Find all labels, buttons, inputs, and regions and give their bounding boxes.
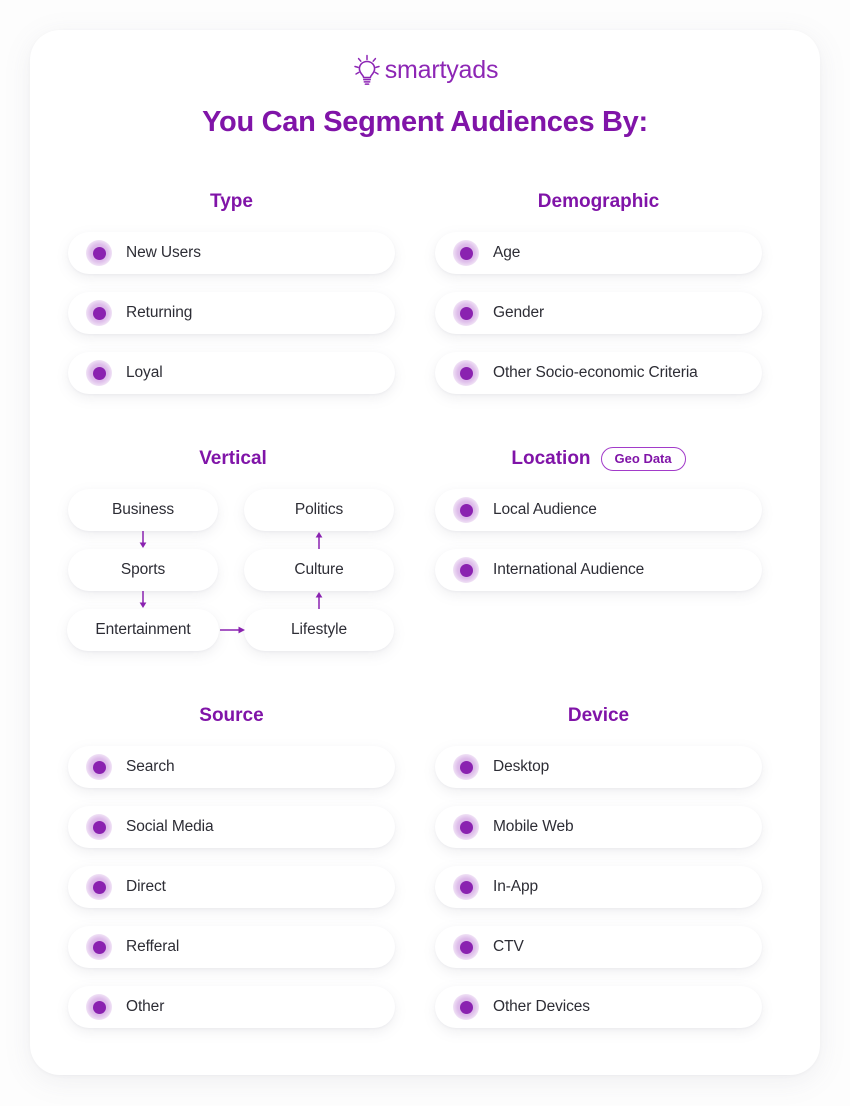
list-item[interactable]: Gender — [435, 292, 762, 334]
flow-arrow-entertainment-to-lifestyle — [220, 626, 245, 634]
bullet-icon — [86, 360, 112, 386]
list-item[interactable]: Local Audience — [435, 489, 762, 531]
section-demographic-heading: Demographic — [537, 191, 660, 212]
section-demographic-list: Age Gender Other Socio-economic Criteria — [435, 232, 762, 394]
list-item[interactable]: New Users — [68, 232, 395, 274]
list-item[interactable]: Age — [435, 232, 762, 274]
bullet-icon — [453, 240, 479, 266]
section-location-heading: Location — [511, 448, 591, 469]
brand-name: smartyads — [384, 55, 499, 84]
flow-arrow-lifestyle-to-culture — [315, 592, 323, 609]
list-item[interactable]: Mobile Web — [435, 806, 762, 848]
section-source: Source Search Social Media Direct Reffer… — [68, 704, 395, 1028]
lightbulb-icon — [353, 54, 380, 85]
bullet-icon — [453, 300, 479, 326]
list-item-label: International Audience — [493, 561, 645, 578]
section-device-heading: Device — [567, 705, 630, 726]
list-item-label: Desktop — [493, 758, 550, 775]
vertical-flow-chart: Business Politics Sports Culture Enterta… — [67, 489, 398, 674]
bullet-icon — [86, 874, 112, 900]
list-item-label: Direct — [126, 878, 166, 895]
list-item-label: Gender — [493, 304, 545, 321]
bullet-icon — [453, 557, 479, 583]
section-device-list: Desktop Mobile Web In-App CTV Other Devi… — [435, 746, 762, 1028]
list-item-label: Local Audience — [493, 501, 597, 518]
list-item[interactable]: Loyal — [68, 352, 395, 394]
list-item-label: New Users — [126, 244, 201, 261]
bullet-icon — [86, 240, 112, 266]
bullet-icon — [86, 814, 112, 840]
flow-arrow-business-to-sports — [139, 531, 147, 548]
bullet-icon — [453, 360, 479, 386]
bullet-icon — [453, 874, 479, 900]
list-item[interactable]: CTV — [435, 926, 762, 968]
list-item-label: CTV — [493, 938, 524, 955]
section-source-list: Search Social Media Direct Refferal Othe… — [68, 746, 395, 1028]
section-vertical-heading: Vertical — [199, 448, 267, 469]
list-item-label: Search — [126, 758, 175, 775]
bullet-icon — [453, 934, 479, 960]
section-type-list: New Users Returning Loyal — [68, 232, 395, 394]
bullet-icon — [86, 300, 112, 326]
list-item[interactable]: International Audience — [435, 549, 762, 591]
bullet-icon — [86, 934, 112, 960]
status-badge-geo-data[interactable]: Geo Data — [600, 447, 686, 471]
list-item-label: Age — [493, 244, 521, 261]
list-item[interactable]: Other Socio-economic Criteria — [435, 352, 762, 394]
section-device: Device Desktop Mobile Web In-App CTV Oth… — [435, 704, 762, 1028]
flow-node-entertainment[interactable]: Entertainment — [67, 609, 219, 651]
section-demographic: Demographic Age Gender Other Socio-econo… — [435, 190, 762, 394]
flow-node-politics[interactable]: Politics — [244, 489, 394, 531]
list-item-label: Refferal — [126, 938, 180, 955]
bullet-icon — [453, 497, 479, 523]
list-item[interactable]: Other Devices — [435, 986, 762, 1028]
list-item-label: Loyal — [126, 364, 163, 381]
list-item[interactable]: Search — [68, 746, 395, 788]
list-item-label: In-App — [493, 878, 539, 895]
section-source-heading: Source — [199, 705, 264, 726]
flow-arrow-sports-to-entertainment — [139, 591, 147, 608]
list-item[interactable]: Refferal — [68, 926, 395, 968]
brand-logo: smartyads — [30, 54, 820, 86]
flow-node-sports[interactable]: Sports — [68, 549, 218, 591]
flow-node-culture[interactable]: Culture — [244, 549, 394, 591]
bullet-icon — [453, 994, 479, 1020]
list-item-label: Social Media — [126, 818, 214, 835]
bullet-icon — [453, 814, 479, 840]
list-item[interactable]: In-App — [435, 866, 762, 908]
bullet-icon — [86, 754, 112, 780]
section-location: Location Geo Data Local Audience Interna… — [435, 447, 762, 591]
list-item-label: Other — [126, 998, 165, 1015]
list-item[interactable]: Returning — [68, 292, 395, 334]
list-item[interactable]: Desktop — [435, 746, 762, 788]
section-vertical: Vertical Business Politics Sports Cultur… — [67, 447, 398, 674]
list-item[interactable]: Social Media — [68, 806, 395, 848]
flow-node-business[interactable]: Business — [68, 489, 218, 531]
list-item-label: Other Socio-economic Criteria — [493, 364, 698, 381]
section-location-heading-row: Location Geo Data — [435, 447, 762, 471]
flow-arrow-culture-to-politics — [315, 532, 323, 549]
list-item-label: Other Devices — [493, 998, 590, 1015]
list-item-label: Returning — [126, 304, 193, 321]
list-item-label: Mobile Web — [493, 818, 574, 835]
list-item[interactable]: Direct — [68, 866, 395, 908]
infographic-card: smartyads You Can Segment Audiences By: … — [30, 30, 820, 1075]
page-title: You Can Segment Audiences By: — [202, 106, 648, 138]
section-type-heading: Type — [210, 191, 253, 212]
bullet-icon — [86, 994, 112, 1020]
section-type: Type New Users Returning Loyal — [68, 190, 395, 394]
flow-node-lifestyle[interactable]: Lifestyle — [244, 609, 394, 651]
list-item[interactable]: Other — [68, 986, 395, 1028]
section-location-list: Local Audience International Audience — [435, 489, 762, 591]
infographic-page: smartyads You Can Segment Audiences By: … — [0, 0, 850, 1106]
bullet-icon — [453, 754, 479, 780]
